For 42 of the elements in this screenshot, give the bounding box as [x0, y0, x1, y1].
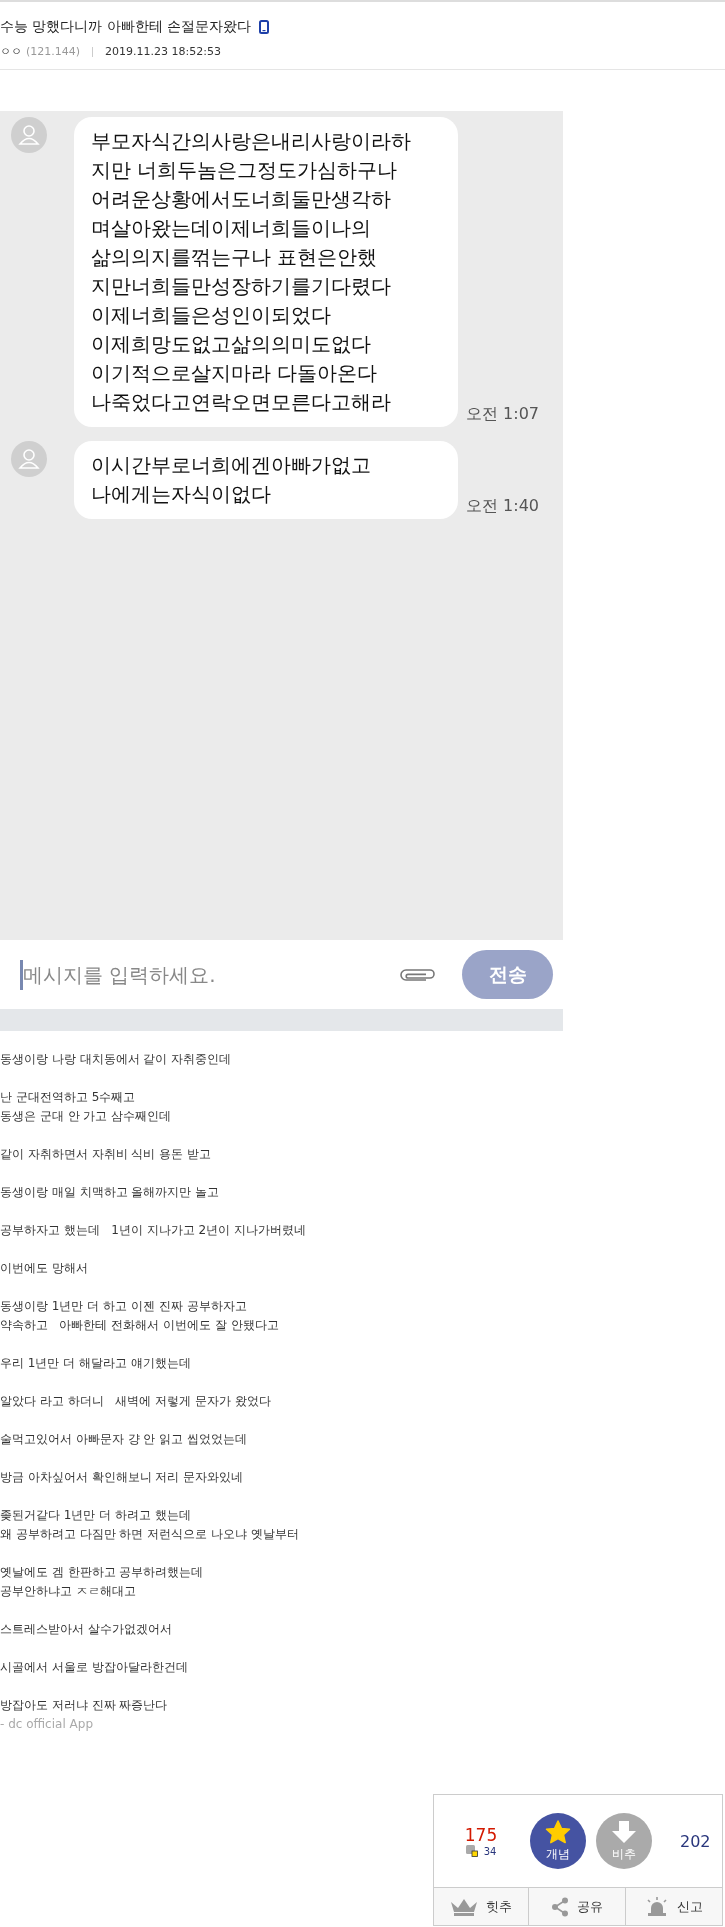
body-paragraph: 동생이랑 매일 치맥하고 올해까지만 놀고 [0, 1184, 221, 1201]
action-button[interactable]: 신고 [626, 1888, 722, 1925]
message-bubble: 부모자식간의사랑은내리사랑이라하 지만 너희두놈은그정도가심하구나 어려운상황에서도너희둘만생각하 며살아왔는데이제너희들이나의 삶의의지를꺾는구나 표현은안했 지만너희들만성장하기를기다렸다 이제너희들은성인이되었다 이제희망도없고삶의의미도없다 이기적으로살지마라 다돌아온다 나죽었다고연락오면모른다고해라 [74, 117, 458, 427]
body-paragraph: 동생이랑 1년만 더 하고 이젠 진짜 공부하자고 약속하고 아빠한테 전화해서 이번에도 잘 안됐다고 [0, 1298, 280, 1334]
body-paragraph: 방잡아도 저러냐 진짜 짜증난다 [0, 1697, 169, 1714]
upvote-button[interactable]: 개념 [530, 1813, 586, 1869]
body-paragraph: 스트레스받아서 살수가없겠어서 [0, 1621, 173, 1638]
body-paragraph: 우리 1년만 더 해달라고 얘기했는데 [0, 1355, 192, 1372]
body-paragraph: 같이 자취하면서 자취비 식비 용돈 받고 [0, 1146, 213, 1163]
mobile-vote-count: 34 [483, 1845, 497, 1857]
body-paragraph: 이번에도 망해서 [0, 1260, 89, 1277]
body-paragraph: 동생이랑 나랑 대치동에서 같이 자취중인데 [0, 1051, 233, 1068]
action-button[interactable]: 힛추 [434, 1888, 529, 1925]
message-time: 오전 1:40 [466, 496, 539, 517]
action-button[interactable]: 공유 [529, 1888, 626, 1925]
mobile-vote-icon [465, 1845, 478, 1857]
upvote-count: 175 [464, 1825, 498, 1845]
message-time: 오전 1:07 [466, 404, 539, 425]
body-paragraph: 좆된거같다 1년만 더 하려고 했는데 왜 공부하려고 다짐만 하면 저런식으로 나오냐 옛날부터 [0, 1507, 300, 1543]
author-ip: (121.144) [26, 45, 81, 58]
body-paragraph: 술먹고있어서 아빠문자 걍 안 읽고 씹었었는데 [0, 1431, 249, 1448]
avatar-icon [11, 117, 47, 153]
post-date: 2019.11.23 18:52:53 [105, 45, 221, 58]
message-input[interactable]: 메시지를 입력하세요. [22, 962, 384, 987]
star-icon [545, 1819, 571, 1844]
siren-icon [645, 1896, 669, 1917]
share-icon [551, 1896, 569, 1917]
crown-icon [450, 1897, 478, 1916]
message-bubble: 이시간부로너희에겐아빠가없고 나에게는자식이없다 [74, 441, 458, 519]
downvote-count: 202 [680, 1831, 711, 1851]
body-paragraph: 공부하자고 했는데 1년이 지나가고 2년이 지나가버렸네 [0, 1222, 307, 1239]
text-cursor [20, 959, 23, 990]
app-signature: - dc official App [0, 1716, 94, 1733]
down-arrow-icon [611, 1819, 637, 1844]
body-paragraph: 옛날에도 겜 한판하고 공부하려했는데 공부안하냐고 ㅈㄹ해대고 [0, 1564, 205, 1600]
post-title: 수능 망했다니까 아빠한테 손절문자왔다 [0, 18, 252, 36]
body-paragraph: 방금 아차싶어서 확인해보니 저리 문자와있네 [0, 1469, 245, 1486]
avatar-icon [11, 441, 47, 477]
body-paragraph: 난 군대전역하고 5수째고 동생은 군대 안 가고 삼수째인데 [0, 1089, 173, 1125]
body-paragraph: 시골에서 서울로 방잡아달라한건데 [0, 1659, 189, 1676]
body-paragraph: 알았다 라고 하더니 새벽에 저렇게 문자가 왔었다 [0, 1393, 272, 1410]
author-name[interactable]: ㅇㅇ [0, 44, 22, 59]
